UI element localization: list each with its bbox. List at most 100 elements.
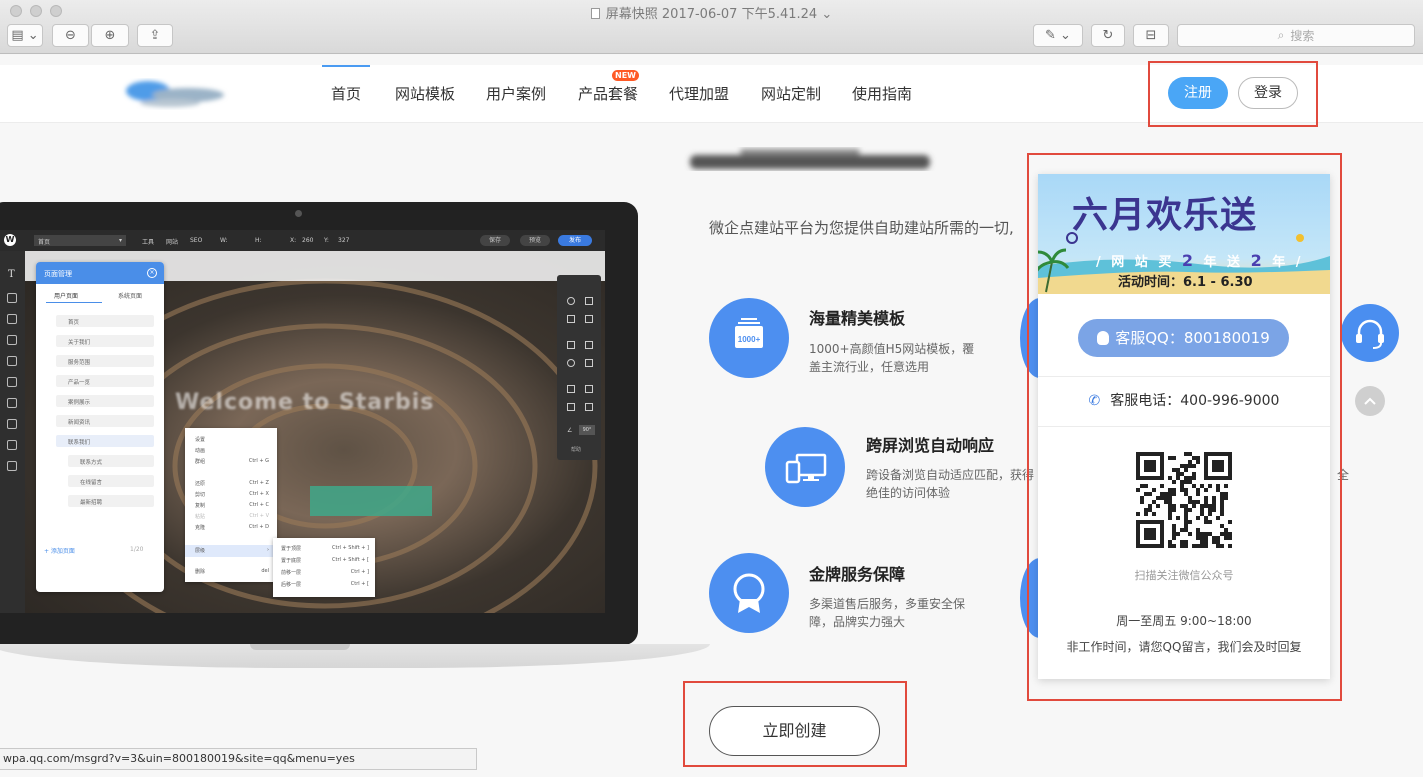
site-logo[interactable]	[108, 73, 232, 113]
nav-guide[interactable]: 使用指南	[852, 65, 912, 123]
menu-item-layer[interactable]: 层级	[195, 547, 205, 554]
page-subitem[interactable]: 最新招聘	[68, 495, 154, 507]
nav-templates[interactable]: 网站模板	[395, 65, 455, 123]
feature-text: 障，品牌实力强大	[809, 615, 906, 629]
text-tool-icon[interactable]: T	[8, 269, 15, 280]
menu-item-copy[interactable]: 复制	[195, 502, 205, 509]
angle-input[interactable]: 90°	[579, 425, 595, 435]
menu-item-clone[interactable]: 克隆	[195, 524, 205, 531]
grid-tool-icon[interactable]	[7, 461, 17, 471]
submenu-backward[interactable]: 后移一层	[281, 581, 301, 588]
shortcut-forward: Ctrl + ]	[350, 569, 369, 575]
image-tool-icon[interactable]	[7, 293, 17, 303]
feature-title: 跨屏浏览自动响应	[866, 436, 995, 455]
editor-page-select[interactable]: 首页 ▾	[34, 235, 126, 246]
shape-tool-icon[interactable]	[7, 335, 17, 345]
rotate-button[interactable]: ↻	[1091, 24, 1125, 47]
page-item[interactable]: 首页	[56, 315, 154, 327]
menu-item-paste[interactable]: 粘贴	[195, 513, 205, 520]
canvas-cta-button[interactable]	[310, 486, 432, 516]
menu-item-undo[interactable]: 还原	[195, 480, 205, 487]
nav-tool-icon[interactable]	[7, 398, 17, 408]
zoom-in-button[interactable]: ⊕	[91, 24, 129, 47]
editor-y-value[interactable]: 327	[338, 237, 349, 244]
page-subitem[interactable]: 在线留言	[68, 475, 154, 487]
annotation-box-popup	[1027, 153, 1342, 701]
nav-cases[interactable]: 用户案例	[486, 65, 546, 123]
share-icon: ⇪	[149, 28, 161, 43]
tab-system-pages[interactable]: 系统页面	[118, 291, 142, 300]
search-input[interactable]: ⌕ 搜索	[1177, 24, 1415, 47]
menu-item-delete[interactable]: 删除	[195, 568, 205, 575]
page-item[interactable]: 新闻资讯	[56, 415, 154, 427]
align-left-icon[interactable]	[567, 403, 575, 411]
editor-logo-icon: W	[4, 234, 16, 246]
lock-icon[interactable]	[585, 341, 593, 349]
submenu-bring-front[interactable]: 置于顶层	[281, 545, 301, 552]
nav-custom[interactable]: 网站定制	[761, 65, 821, 123]
shortcut-paste: Ctrl + V	[249, 513, 269, 519]
back-to-top-button[interactable]	[1355, 386, 1385, 416]
page-item[interactable]: 案例展示	[56, 395, 154, 407]
toolbox-button[interactable]: ⊟	[1133, 24, 1169, 47]
video-tool-icon[interactable]	[7, 419, 17, 429]
sidebar-icon: ▤ ⌄	[11, 28, 39, 43]
status-bar-url: wpa.qq.com/msgrd?v=3&uin=800180019&site=…	[0, 748, 477, 770]
settings-icon[interactable]	[567, 297, 575, 305]
align-center-icon[interactable]	[585, 403, 593, 411]
editor-save-button[interactable]: 保存	[480, 235, 510, 246]
menu-item-cut[interactable]: 剪切	[195, 491, 205, 498]
rotate-icon: ↻	[1102, 28, 1114, 43]
customer-service-float-button[interactable]	[1341, 304, 1399, 362]
feature-text: 绝佳的访问体验	[866, 486, 951, 500]
menu-item-animation[interactable]: 动画	[195, 447, 205, 454]
help-link[interactable]: 帮助	[571, 446, 581, 453]
editor-publish-button[interactable]: 发布	[558, 235, 592, 246]
add-page-button[interactable]: + 添加页面	[44, 546, 75, 555]
info-tool-icon[interactable]	[7, 440, 17, 450]
tab-user-pages[interactable]: 用户页面	[54, 291, 78, 300]
search-icon: ⌕	[1277, 28, 1285, 42]
nav-home[interactable]: 首页	[322, 65, 370, 123]
share-button[interactable]: ⇪	[137, 24, 173, 47]
feature-title: 海量精美模板	[809, 309, 906, 328]
layer-submenu: 置于顶层 Ctrl + Shift + ] 置于底层 Ctrl + Shift …	[273, 538, 375, 597]
editor-menu-seo[interactable]: SEO	[190, 237, 202, 244]
editor-topbar: W 首页 ▾ 工具 网站 SEO W: H: X: 260 Y: 327 保存 预…	[0, 230, 605, 251]
feature-text: 跨设备浏览自动适应匹配，获得	[866, 468, 1035, 482]
trash-icon[interactable]	[585, 359, 593, 367]
move-icon[interactable]	[585, 297, 593, 305]
button-tool-icon[interactable]	[7, 314, 17, 324]
page-item-selected[interactable]: 联系我们	[56, 435, 154, 447]
markup-button[interactable]: ✎ ⌄	[1033, 24, 1083, 47]
submenu-send-back[interactable]: 置于底层	[281, 557, 301, 564]
shortcut-backward: Ctrl + [	[350, 581, 369, 587]
editor-menu-tools[interactable]: 工具	[142, 237, 154, 246]
sidebar-toggle-button[interactable]: ▤ ⌄	[7, 24, 43, 47]
chevron-down-icon[interactable]: ⌄	[817, 7, 832, 22]
nav-agency[interactable]: 代理加盟	[669, 65, 729, 123]
zoom-out-button[interactable]: ⊖	[52, 24, 89, 47]
shortcut-cut: Ctrl + X	[249, 491, 269, 497]
zoom-icon[interactable]	[585, 385, 593, 393]
page-item[interactable]: 产品一览	[56, 375, 154, 387]
page-subitem[interactable]: 联系方式	[68, 455, 154, 467]
editor-screenshot: W 首页 ▾ 工具 网站 SEO W: H: X: 260 Y: 327 保存 预…	[0, 230, 605, 613]
menu-item-group[interactable]: 群组	[195, 458, 205, 465]
upload-icon[interactable]	[567, 315, 575, 323]
editor-preview-button[interactable]: 预览	[520, 235, 550, 246]
crop-icon[interactable]	[567, 385, 575, 393]
page-item[interactable]: 关于我们	[56, 335, 154, 347]
copy-icon[interactable]	[567, 341, 575, 349]
page-item[interactable]: 服务范围	[56, 355, 154, 367]
close-icon[interactable]: ×	[147, 268, 157, 278]
editor-menu-site[interactable]: 网站	[166, 237, 178, 246]
edit-icon[interactable]	[585, 315, 593, 323]
gallery-tool-icon[interactable]	[7, 356, 17, 366]
form-tool-icon[interactable]	[7, 377, 17, 387]
menu-item-settings[interactable]: 设置	[195, 436, 205, 443]
document-icon	[590, 8, 600, 19]
submenu-forward[interactable]: 前移一层	[281, 569, 301, 576]
editor-x-value[interactable]: 260	[302, 237, 313, 244]
link-icon[interactable]	[567, 359, 575, 367]
